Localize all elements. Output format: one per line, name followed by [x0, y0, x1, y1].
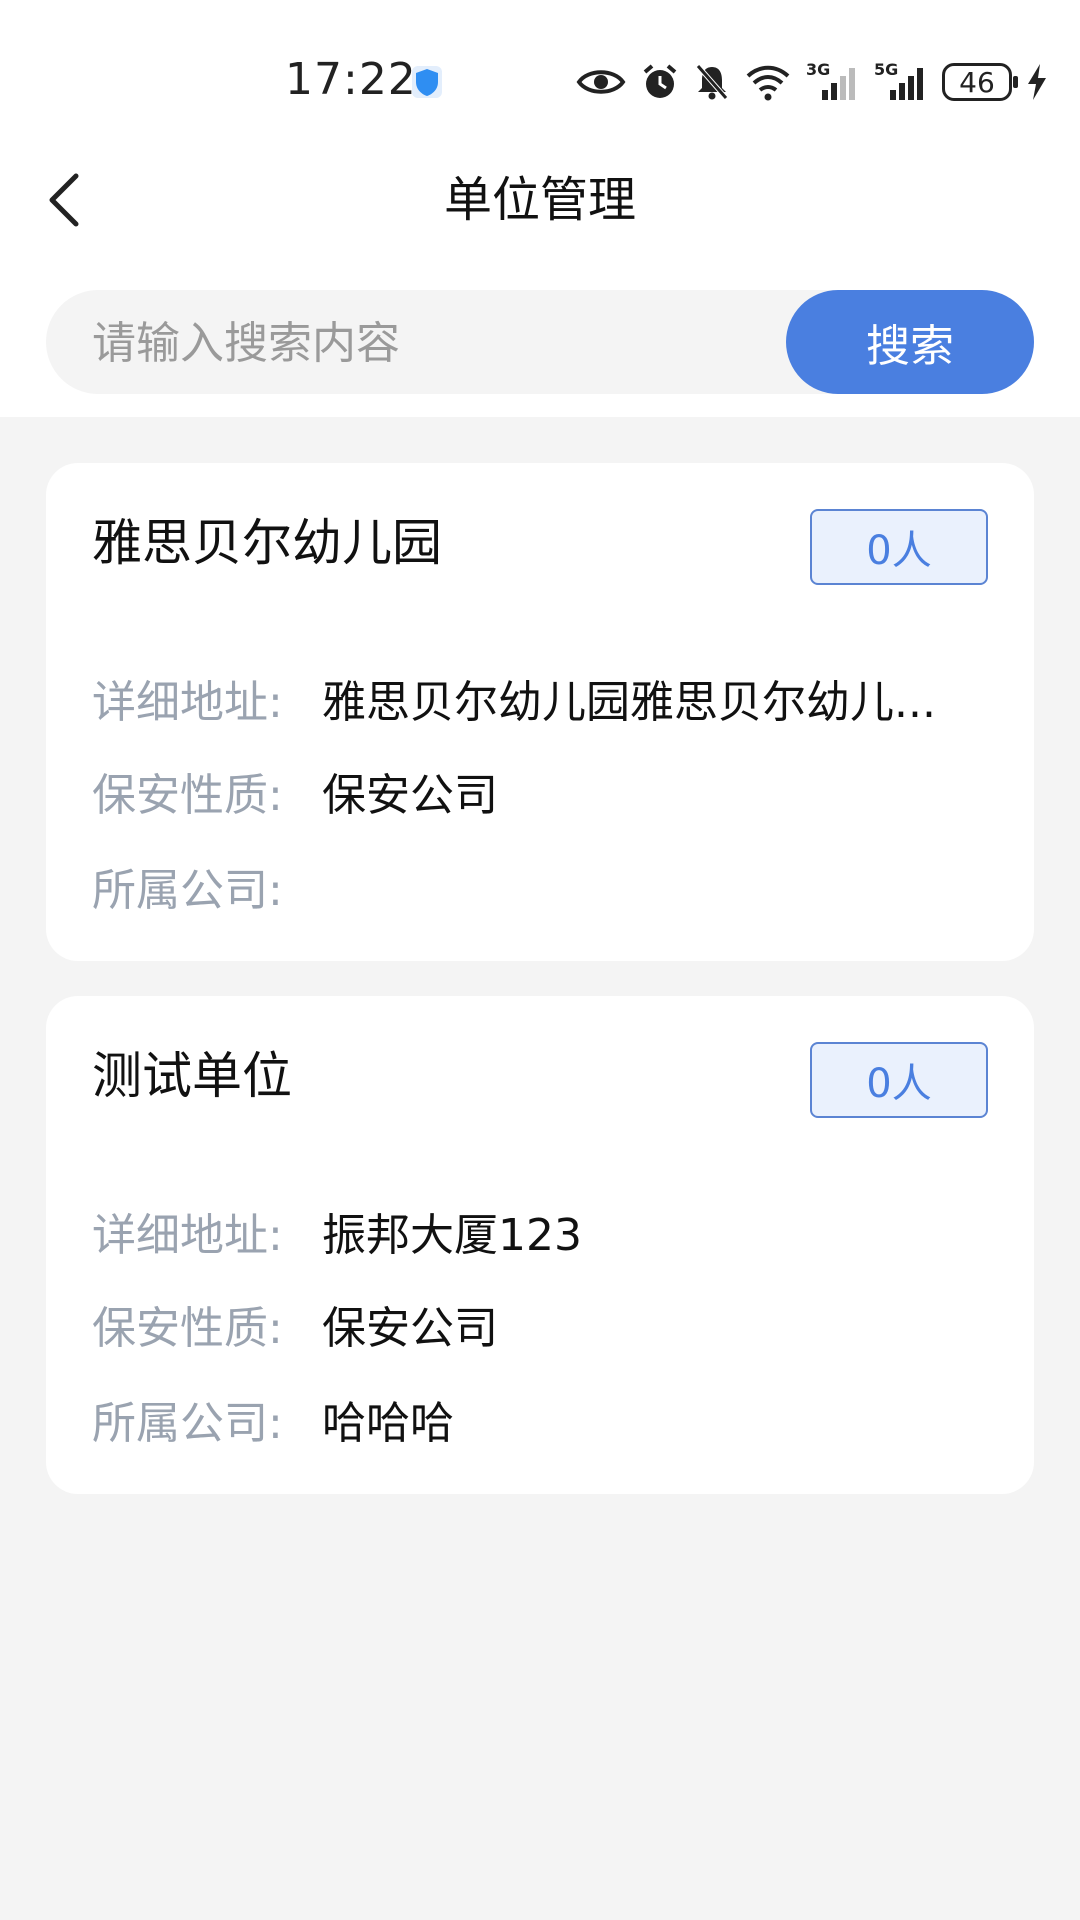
security-nature-row: 保安性质: 保安公司 — [92, 1294, 992, 1354]
wifi-icon — [746, 65, 790, 101]
battery-indicator: 46 — [942, 63, 1018, 101]
signal-bars-icon — [890, 68, 923, 100]
member-count-badge[interactable]: 0人 — [810, 1042, 988, 1118]
search-input[interactable] — [90, 290, 794, 396]
alarm-icon — [643, 64, 677, 98]
eye-icon — [576, 70, 626, 94]
security-nature-label: 保安性质: — [92, 1303, 283, 1354]
bell-muted-icon — [696, 64, 728, 100]
search-button[interactable]: 搜索 — [786, 290, 1034, 394]
company-value: 哈哈哈 — [322, 1398, 454, 1449]
shield-icon — [412, 66, 442, 98]
unit-card[interactable]: 测试单位 0人 详细地址: 振邦大厦123 保安性质: 保安公司 所属公司: 哈… — [46, 996, 1034, 1494]
address-value: 雅思贝尔幼儿园雅思贝尔幼儿... — [322, 677, 936, 728]
company-label: 所属公司: — [92, 1398, 283, 1449]
member-count-badge[interactable]: 0人 — [810, 509, 988, 585]
signal-3g: 3G — [806, 60, 860, 102]
address-label: 详细地址: — [92, 1210, 283, 1261]
security-nature-value: 保安公司 — [322, 770, 498, 821]
signal-bars-icon — [822, 68, 855, 100]
security-nature-label: 保安性质: — [92, 770, 283, 821]
company-row: 所属公司: 哈哈哈 — [92, 1389, 992, 1449]
page-title: 单位管理 — [443, 172, 636, 228]
signal-5g: 5G — [874, 60, 928, 102]
status-icons: 3G 5G 46 — [576, 58, 1048, 106]
security-nature-value: 保安公司 — [322, 1303, 498, 1354]
address-row: 详细地址: 雅思贝尔幼儿园雅思贝尔幼儿... — [92, 668, 992, 728]
status-bar: 17:22 3G 5G 46 — [0, 0, 1080, 160]
address-label: 详细地址: — [92, 677, 283, 728]
status-time: 17:22 — [285, 54, 417, 105]
charging-icon — [1028, 64, 1046, 100]
address-value: 振邦大厦123 — [322, 1210, 582, 1261]
address-row: 详细地址: 振邦大厦123 — [92, 1201, 992, 1261]
search-bar: 搜索 — [46, 290, 1034, 396]
company-label: 所属公司: — [92, 865, 283, 916]
company-row: 所属公司: — [92, 856, 992, 916]
unit-name: 雅思贝尔幼儿园 — [92, 514, 442, 572]
unit-name: 测试单位 — [92, 1047, 292, 1105]
unit-card[interactable]: 雅思贝尔幼儿园 0人 详细地址: 雅思贝尔幼儿园雅思贝尔幼儿... 保安性质: … — [46, 463, 1034, 961]
security-nature-row: 保安性质: 保安公司 — [92, 761, 992, 821]
